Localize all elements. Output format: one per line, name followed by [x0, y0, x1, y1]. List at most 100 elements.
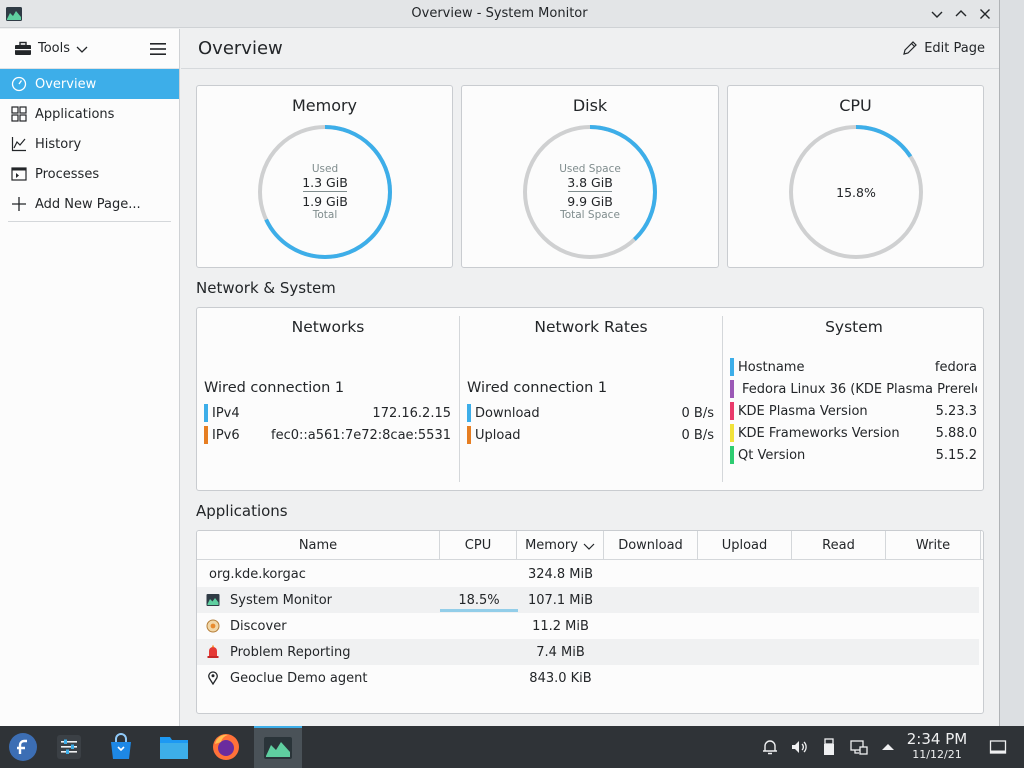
sidebar-item-processes[interactable]: Processes [0, 159, 179, 189]
digital-clock[interactable]: 2:34 PM 11/12/21 [900, 730, 974, 761]
cpu-gauge-text: 15.8% [787, 123, 925, 261]
usb-drive-icon [824, 738, 834, 755]
discover-taskbar-button[interactable] [98, 726, 144, 768]
app-name: Problem Reporting [230, 644, 351, 660]
chevron-down-icon [931, 11, 943, 18]
network-system-card: Networks Wired connection 1 IPv4 172.16.… [196, 307, 984, 491]
memory-total-label: Total [312, 209, 338, 221]
table-row[interactable]: System Monitor 18.5% 107.1 MiB [197, 587, 979, 613]
os-name: Fedora Linux 36 (KDE Plasma Prerele.. [742, 381, 977, 397]
app-memory: 324.8 MiB [527, 566, 594, 582]
clock-date: 11/12/21 [912, 748, 962, 761]
system-monitor-window: Overview - System Monitor Tools Overview… [0, 0, 1000, 726]
frameworks-version-label: KDE Frameworks Version [738, 425, 900, 441]
column-header-memory[interactable]: Memory [517, 531, 604, 560]
column-header-cpu[interactable]: CPU [440, 531, 517, 560]
sidebar-item-label: Processes [35, 166, 100, 182]
app-name: Geoclue Demo agent [230, 670, 368, 686]
table-row[interactable]: Problem Reporting 7.4 MiB [197, 639, 979, 665]
show-hidden-tray-icons-button[interactable] [878, 737, 898, 757]
maximize-button[interactable] [951, 4, 971, 24]
networks-title: Networks [291, 318, 365, 336]
networks-connection-name: Wired connection 1 [204, 380, 345, 396]
cpu-title: CPU [839, 96, 872, 115]
firefox-icon [213, 734, 239, 760]
table-row[interactable]: org.kde.korgac 324.8 MiB [197, 561, 979, 587]
memory-total-value: 1.9 GiB [302, 194, 348, 209]
network-tray-icon[interactable] [849, 737, 869, 757]
location-pin-icon [207, 665, 219, 691]
system-monitor-taskbar-button[interactable] [254, 726, 302, 768]
column-header-upload[interactable]: Upload [698, 531, 792, 560]
plasma-color-bar [730, 402, 734, 420]
column-header-name[interactable]: Name [197, 531, 440, 560]
ipv6-row: IPv6 fec0::a561:7e72:8cae:5531 [204, 425, 451, 445]
ipv6-color-bar [204, 426, 208, 444]
system-settings-taskbar-button[interactable] [46, 726, 92, 768]
edit-page-label: Edit Page [924, 40, 985, 56]
discover-icon [206, 613, 220, 639]
ipv6-value: fec0::a561:7e72:8cae:5531 [271, 427, 451, 443]
system-monitor-app-icon [6, 7, 22, 21]
sidebar-item-overview[interactable]: Overview [0, 69, 179, 99]
app-memory: 843.0 KiB [529, 670, 592, 686]
sidebar-item-add-new-page[interactable]: Add New Page... [0, 189, 179, 219]
cpu-card: CPU 15.8% [727, 85, 984, 268]
sidebar-item-history[interactable]: History [0, 129, 179, 159]
plasma-version-label: KDE Plasma Version [738, 403, 868, 419]
applications-section-title: Applications [196, 502, 288, 520]
shopping-bag-icon [111, 733, 131, 759]
clock-time: 2:34 PM [906, 730, 968, 748]
pencil-icon [903, 41, 918, 55]
cpu-value: 15.8% [836, 184, 876, 200]
terminal-window-icon [10, 166, 27, 183]
sidebar-item-label: Add New Page... [35, 196, 141, 212]
sidebar-item-label: History [35, 136, 82, 152]
wired-network-icon [850, 740, 868, 755]
sidebar-item-applications[interactable]: Applications [0, 99, 179, 129]
memory-title: Memory [291, 96, 358, 115]
app-name: System Monitor [230, 592, 333, 608]
hostname-label: Hostname [738, 359, 805, 375]
close-button[interactable] [975, 4, 995, 24]
memory-card: Memory Used 1.3 GiB 1.9 GiB Total [196, 85, 453, 268]
fedora-logo-icon [9, 733, 37, 761]
close-icon [980, 9, 990, 19]
hamburger-menu-icon[interactable] [149, 40, 167, 58]
chevron-up-icon [955, 10, 967, 17]
column-header-write[interactable]: Write [886, 531, 981, 560]
column-header-download[interactable]: Download [604, 531, 698, 560]
tools-button[interactable]: Tools [8, 37, 94, 61]
grid-icon [10, 106, 27, 123]
volume-tray-icon[interactable] [789, 737, 809, 757]
show-desktop-button[interactable] [988, 737, 1008, 757]
system-title: System [825, 318, 883, 336]
removable-device-tray-icon[interactable] [819, 737, 839, 757]
sidebar: Tools Overview Applications History Proc… [0, 29, 180, 726]
ipv4-label: IPv4 [212, 405, 240, 421]
qt-version-row: Qt Version 5.15.2 [730, 445, 977, 465]
file-manager-taskbar-button[interactable] [151, 726, 197, 768]
title-bar[interactable]: Overview - System Monitor [0, 0, 999, 28]
table-row[interactable]: Geoclue Demo agent 843.0 KiB [197, 665, 979, 691]
edit-page-button[interactable]: Edit Page [902, 40, 985, 56]
toolbox-icon [15, 41, 31, 55]
settings-sliders-icon [57, 735, 81, 759]
table-row[interactable]: Discover 11.2 MiB [197, 613, 979, 639]
table-header: Name CPU Memory Download Upload Read Wri… [197, 531, 983, 560]
chevron-down-icon [76, 46, 88, 53]
disk-card: Disk Used Space 3.8 GiB 9.9 GiB Total Sp… [461, 85, 719, 268]
column-header-read[interactable]: Read [792, 531, 886, 560]
notifications-tray-icon[interactable] [760, 737, 780, 757]
disk-total-label: Total Space [560, 209, 620, 221]
minimize-button[interactable] [927, 4, 947, 24]
speaker-icon [792, 741, 807, 753]
cpu-usage-bar [440, 609, 518, 612]
system-monitor-icon [264, 737, 292, 759]
firefox-taskbar-button[interactable] [203, 726, 249, 768]
networks-column: Networks Wired connection 1 IPv4 172.16.… [197, 308, 459, 488]
memory-separator [303, 191, 347, 192]
application-launcher-button[interactable] [0, 726, 46, 768]
download-rate-row: Download 0 B/s [467, 403, 714, 423]
system-monitor-icon [206, 587, 220, 613]
